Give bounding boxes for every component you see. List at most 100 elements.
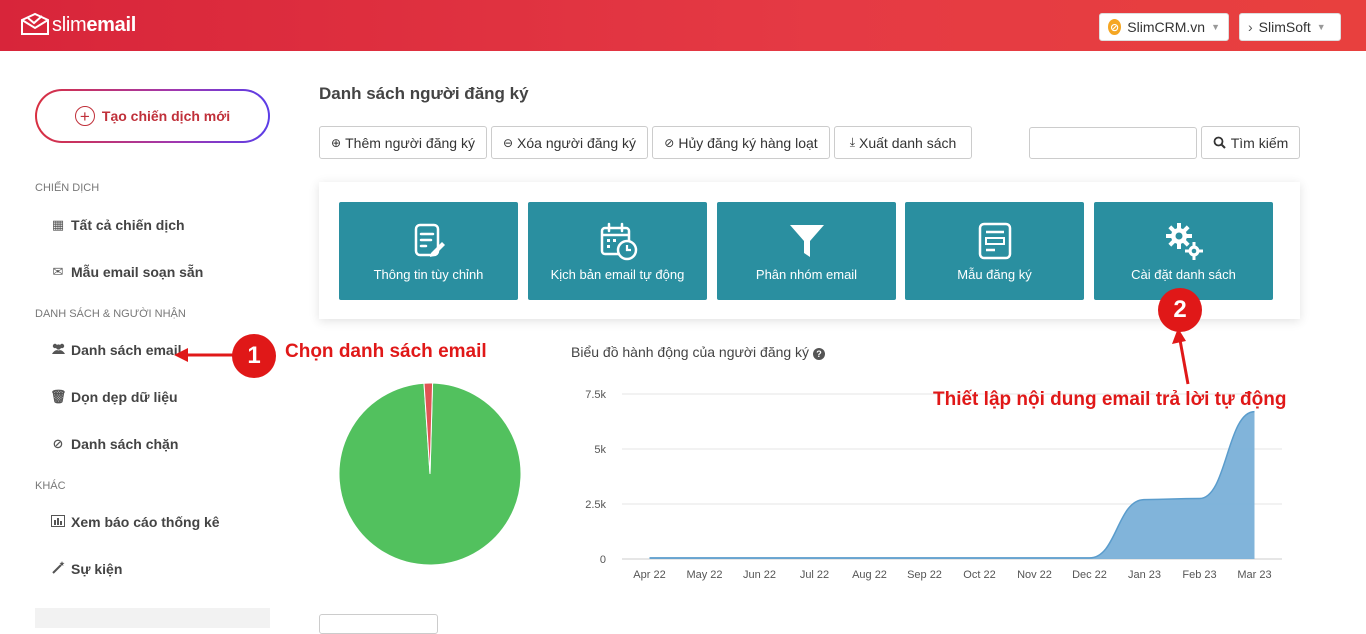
tile-signup-forms[interactable]: Mẫu đăng ký	[905, 202, 1084, 300]
sidebar-item-events[interactable]: Sự kiện	[50, 561, 122, 577]
form-icon	[978, 222, 1011, 259]
tile-label: Cài đặt danh sách	[1131, 266, 1236, 282]
sidebar-item-label: Danh sách email	[71, 342, 182, 358]
edit-document-icon	[414, 223, 445, 257]
envelope-logo-icon	[21, 12, 49, 35]
sidebar-item-label: Sự kiện	[71, 561, 123, 577]
annotation-arrow-1	[174, 348, 238, 362]
sidebar-item-label: Danh sách chặn	[71, 436, 179, 452]
funnel-icon	[789, 224, 824, 257]
remove-subscriber-label: Xóa người đăng ký	[517, 134, 637, 151]
section-other: KHÁC	[35, 480, 66, 492]
sidebar-item-blocklist[interactable]: ⊘ Danh sách chặn	[50, 436, 179, 452]
slimcrm-dropdown[interactable]: ⊘ SlimCRM.vn ▼	[1099, 13, 1229, 41]
tile-label: Mẫu đăng ký	[957, 266, 1032, 282]
x-tick-label: Mar 23	[1237, 569, 1271, 581]
search-input[interactable]	[1029, 127, 1197, 159]
x-tick-label: Jun 22	[743, 569, 776, 581]
top-bar: slimemail ⊘ SlimCRM.vn ▼ › SlimSoft ▼	[0, 0, 1366, 51]
create-campaign-label: Tạo chiến dịch mới	[101, 108, 231, 124]
gears-icon	[1165, 222, 1203, 260]
x-tick-label: Oct 22	[963, 569, 995, 581]
calendar-clock-icon	[600, 222, 637, 260]
logo-text: slimemail	[52, 14, 136, 37]
caret-down-icon: ▼	[1211, 22, 1220, 32]
export-list-label: Xuất danh sách	[859, 134, 957, 151]
download-icon: ⤓	[849, 135, 855, 149]
y-tick-label: 2.5k	[585, 499, 606, 511]
x-tick-label: Dec 22	[1072, 569, 1107, 581]
ban-icon: ⊘	[664, 135, 675, 150]
sidebar-item-email-templates[interactable]: ✉ Mẫu email soạn sẵn	[50, 264, 204, 280]
bulk-unsubscribe-label: Hủy đăng ký hàng loạt	[678, 134, 818, 151]
x-tick-label: May 22	[686, 569, 722, 581]
x-tick-label: Jul 22	[800, 569, 829, 581]
grid-icon: ▦	[51, 217, 65, 232]
tile-label: Kịch bản email tự động	[550, 266, 685, 282]
plus-circle-icon: +	[74, 106, 95, 126]
sidebar-item-label: Mẫu email soạn sẵn	[71, 264, 204, 280]
tile-custom-fields[interactable]: Thông tin tùy chỉnh	[339, 202, 518, 300]
annotation-text-1: Chọn danh sách email	[285, 341, 487, 362]
x-tick-label: Sep 22	[907, 569, 942, 581]
sidebar-item-label: Xem báo cáo thống kê	[71, 514, 220, 530]
help-icon[interactable]: ?	[812, 348, 825, 360]
tile-email-segments[interactable]: Phân nhóm email	[717, 202, 896, 300]
remove-subscriber-button[interactable]: ⊖ Xóa người đăng ký	[491, 126, 648, 159]
slimsoft-dropdown[interactable]: › SlimSoft ▼	[1239, 13, 1341, 41]
tile-auto-email-script[interactable]: Kịch bản email tự động	[528, 202, 707, 300]
search-icon	[1213, 136, 1226, 149]
add-subscriber-label: Thêm người đăng ký	[345, 134, 475, 151]
tile-list-settings[interactable]: Cài đặt danh sách	[1094, 202, 1273, 300]
x-tick-label: Jan 23	[1128, 569, 1161, 581]
x-tick-label: Apr 22	[633, 569, 665, 581]
search-button[interactable]: Tìm kiếm	[1201, 126, 1300, 159]
sidebar-item-data-cleanup[interactable]: 🗑 Dọn dẹp dữ liệu	[50, 389, 178, 405]
users-icon	[50, 343, 66, 358]
sidebar-footer	[35, 608, 270, 628]
feature-tiles-panel: Thông tin tùy chỉnh Kịch bản email tự độ…	[319, 182, 1300, 319]
x-tick-label: Nov 22	[1017, 569, 1052, 581]
add-subscriber-button[interactable]: ⊕ Thêm người đăng ký	[319, 126, 487, 159]
area-series[interactable]	[649, 411, 1255, 559]
magic-wand-icon	[50, 561, 66, 577]
trash-icon: 🗑	[50, 389, 67, 404]
x-tick-label: Aug 22	[852, 569, 887, 581]
sidebar-item-label: Tất cả chiến dịch	[71, 217, 185, 233]
x-tick-label: Feb 23	[1182, 569, 1216, 581]
y-tick-label: 7.5k	[585, 389, 606, 401]
y-tick-label: 0	[600, 554, 606, 566]
sidebar-item-email-lists[interactable]: Danh sách email	[50, 342, 182, 358]
annotation-text-2: Thiết lập nội dung email trả lời tự động	[933, 389, 1287, 410]
create-campaign-button[interactable]: + Tạo chiến dịch mới	[35, 89, 270, 143]
tile-label: Thông tin tùy chỉnh	[373, 266, 484, 282]
chart-title-text: Biểu đồ hành động của người đăng ký	[571, 344, 810, 360]
page-title: Danh sách người đăng ký	[319, 84, 529, 103]
chart-title: Biểu đồ hành động của người đăng ký ?	[571, 344, 825, 360]
slimsoft-label: SlimSoft	[1258, 19, 1311, 35]
tile-label: Phân nhóm email	[755, 266, 858, 282]
logo-slim: slim	[52, 13, 87, 36]
chevron-right-icon: ›	[1248, 19, 1253, 35]
section-lists: DANH SÁCH & NGƯỜI NHẬN	[35, 308, 186, 320]
minus-circle-icon: ⊖	[502, 135, 514, 150]
section-campaigns: CHIẾN DỊCH	[35, 182, 100, 194]
envelope-icon: ✉	[52, 264, 64, 279]
y-tick-label: 5k	[594, 444, 606, 456]
crm-logo-icon: ⊘	[1108, 19, 1122, 35]
bar-chart-icon	[50, 514, 66, 530]
search-label: Tìm kiếm	[1230, 134, 1289, 151]
slimcrm-label: SlimCRM.vn	[1127, 19, 1206, 35]
plus-circle-icon: ⊕	[331, 135, 342, 150]
logo-email: email	[86, 13, 137, 36]
export-list-button[interactable]: ⤓ Xuất danh sách	[834, 126, 972, 159]
caret-down-icon: ▼	[1316, 22, 1326, 32]
bulk-unsubscribe-button[interactable]: ⊘ Hủy đăng ký hàng loạt	[652, 126, 830, 159]
sidebar-item-reports[interactable]: Xem báo cáo thống kê	[50, 514, 220, 530]
logo[interactable]: slimemail	[20, 10, 136, 40]
sidebar-item-label: Dọn dẹp dữ liệu	[71, 389, 178, 405]
sidebar-item-all-campaigns[interactable]: ▦ Tất cả chiến dịch	[50, 217, 185, 233]
bottom-control[interactable]	[319, 614, 438, 634]
pie-chart	[338, 382, 522, 566]
annotation-badge-1: 1	[232, 334, 276, 378]
